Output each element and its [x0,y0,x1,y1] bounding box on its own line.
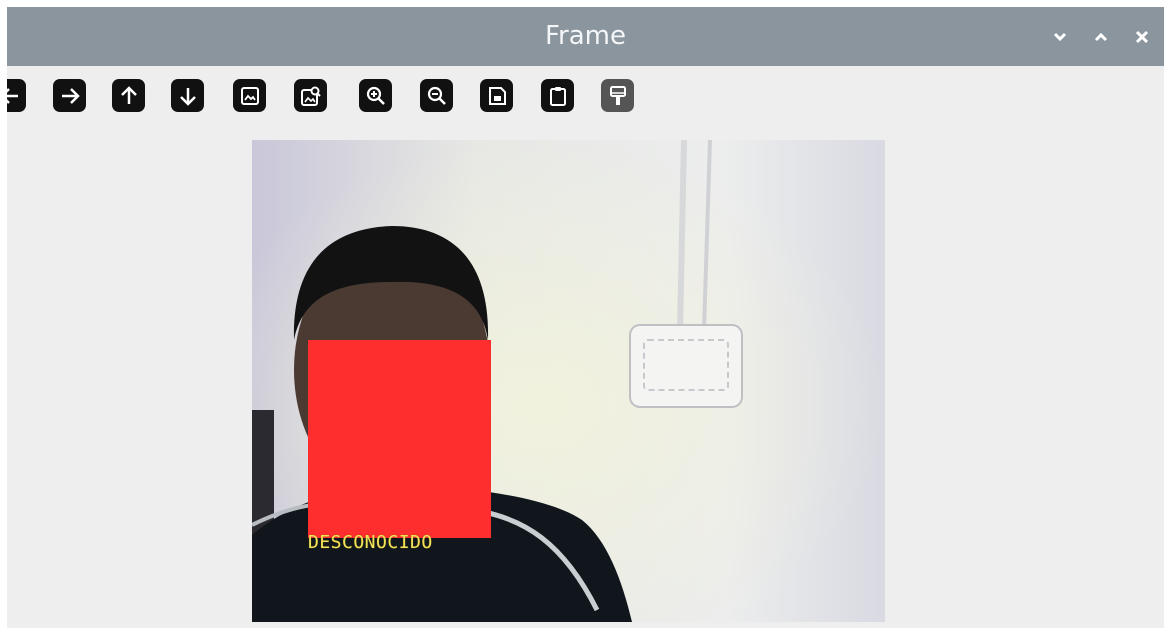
zoom-out-icon [427,86,446,105]
arrow-right-icon [61,87,80,104]
pan-right-button[interactable] [53,79,86,112]
copy-to-clipboard-button[interactable] [541,79,574,112]
arrow-up-icon [120,85,137,104]
title-bar[interactable]: Frame [7,7,1164,66]
image-search-icon [300,86,321,106]
save-icon [488,86,506,105]
pan-left-button[interactable] [7,79,26,112]
toolbar [7,66,1164,126]
save-image-button[interactable] [480,79,513,112]
pan-down-button[interactable] [171,79,204,112]
reset-view-button[interactable] [233,79,266,112]
arrow-left-icon [7,87,18,104]
minimize-button[interactable] [1047,24,1073,50]
chevron-down-icon [1053,32,1067,42]
window-title: Frame [544,21,626,51]
face-label: DESCONOCIDO [308,532,433,553]
close-icon [1135,30,1149,44]
close-button[interactable] [1129,24,1155,50]
zoom-to-fit-button[interactable] [294,79,327,112]
frame-window: Frame DESCONOCIDO [7,7,1164,628]
zoom-in-button[interactable] [359,79,392,112]
clipboard-icon [549,86,566,106]
arrow-down-icon [179,87,196,106]
chevron-up-icon [1094,32,1108,42]
zoom-in-icon [366,86,385,105]
image-icon [240,86,259,105]
paint-brush-icon [609,85,626,105]
pan-up-button[interactable] [112,79,145,112]
zoom-out-button[interactable] [420,79,453,112]
camera-frame: DESCONOCIDO [252,140,885,622]
maximize-button[interactable] [1088,24,1114,50]
properties-button[interactable] [601,79,634,112]
